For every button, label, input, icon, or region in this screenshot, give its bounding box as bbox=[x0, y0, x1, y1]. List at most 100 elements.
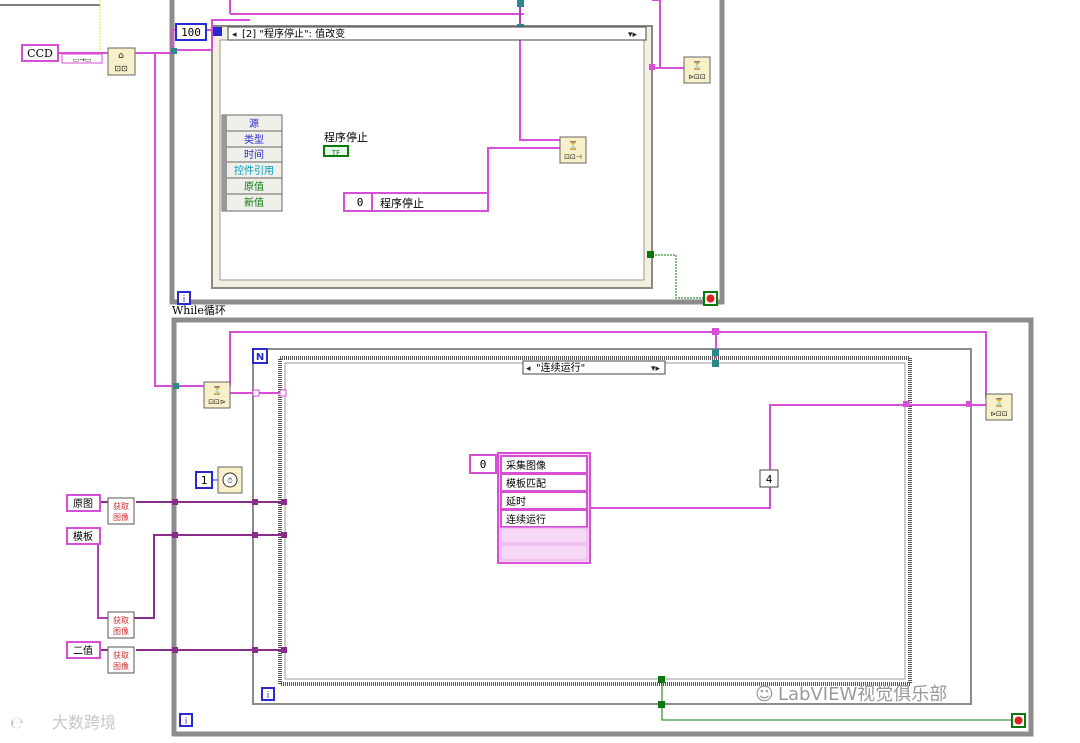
queue-create-icon[interactable]: ⌂ ⊡⊡ bbox=[107, 47, 136, 76]
svg-text:⊡⊡⊣: ⊡⊡⊣ bbox=[564, 153, 582, 161]
get-image-node-1[interactable]: 获取 图像 bbox=[107, 497, 135, 525]
svg-text:◂: ◂ bbox=[526, 364, 531, 374]
tunnel bbox=[172, 647, 178, 653]
svg-text:⊳⊡⊡: ⊳⊡⊡ bbox=[688, 73, 706, 81]
tunnel bbox=[252, 647, 258, 653]
svg-text:获取: 获取 bbox=[113, 501, 129, 511]
svg-text:⏳: ⏳ bbox=[994, 397, 1004, 407]
tunnel bbox=[712, 349, 719, 356]
ccd-node[interactable]: ▭→▭ bbox=[61, 53, 103, 64]
svg-text:获取: 获取 bbox=[113, 650, 129, 660]
image-control-binary[interactable]: 二值 bbox=[66, 641, 101, 659]
tunnel bbox=[252, 532, 258, 538]
dropdown-arrow-icon: ▾▸ bbox=[628, 30, 638, 40]
svg-text:⏳: ⏳ bbox=[568, 140, 578, 150]
get-image-node-2[interactable]: 获取 图像 bbox=[107, 611, 135, 639]
state-item-1: 模板匹配 bbox=[506, 477, 546, 490]
block-diagram: CCD ▭→▭ ⌂ ⊡⊡ 100 ◂ [2] "程序停止": 值改变 ▾▸ 源 … bbox=[0, 0, 1034, 737]
svg-text:⊡⊡: ⊡⊡ bbox=[114, 64, 127, 73]
stop-terminal-label: 程序停止 bbox=[324, 130, 368, 144]
watermark-right-text: LabVIEW视觉俱乐部 bbox=[778, 684, 947, 705]
state-item-2: 延时 bbox=[506, 496, 526, 508]
stop-terminal-value: TF bbox=[332, 149, 340, 157]
dropdown-arrow-icon: ▾▸ bbox=[651, 364, 661, 374]
tunnel bbox=[903, 401, 909, 407]
wait-ms-icon[interactable]: ⏱ bbox=[217, 466, 243, 494]
svg-text:⌂: ⌂ bbox=[118, 51, 124, 61]
dequeue-icon[interactable]: ⏳ ⊡⊡⊳ bbox=[203, 381, 231, 409]
numeric-constant[interactable]: 4 bbox=[759, 469, 779, 488]
wait-const-value: 1 bbox=[201, 474, 208, 487]
event-item-source: 源 bbox=[249, 117, 259, 130]
event-item-time: 时间 bbox=[244, 148, 264, 161]
image-input-wires-light bbox=[97, 544, 108, 619]
tunnel bbox=[966, 401, 972, 407]
while-loop-label: While循环 bbox=[172, 304, 226, 317]
enum-const-value: 程序停止 bbox=[380, 196, 424, 210]
svg-text:⏱: ⏱ bbox=[227, 477, 233, 485]
event-case-label: [2] "程序停止": 值改变 bbox=[242, 27, 345, 40]
ccd-label: CCD bbox=[27, 47, 53, 60]
release-queue-icon-bottom[interactable]: ⏳ ⊳⊡⊡ bbox=[985, 393, 1013, 421]
svg-text:图像: 图像 bbox=[113, 661, 129, 671]
svg-text:▭→▭: ▭→▭ bbox=[72, 56, 91, 64]
wait-constant[interactable]: 1 bbox=[195, 471, 213, 489]
input-label-binary: 二值 bbox=[73, 644, 93, 657]
state-enum-index: 0 bbox=[480, 458, 487, 471]
brand-logo-icon: ℮ bbox=[10, 713, 24, 732]
tunnel bbox=[252, 499, 258, 505]
state-item-3: 连续运行 bbox=[506, 513, 546, 526]
svg-text:图像: 图像 bbox=[113, 626, 129, 636]
svg-text:获取: 获取 bbox=[113, 615, 129, 625]
watermark-left: ℮ 大数跨境 bbox=[10, 713, 116, 732]
tunnel bbox=[649, 64, 655, 70]
stop-condition-wire bbox=[652, 254, 704, 299]
get-image-node-3[interactable]: 获取 图像 bbox=[107, 646, 135, 674]
tunnel bbox=[171, 48, 177, 54]
hourglass-icon bbox=[213, 27, 222, 36]
wechat-icon: ☺ bbox=[755, 684, 774, 705]
tunnel bbox=[281, 647, 287, 653]
watermark-left-text: 大数跨境 bbox=[52, 713, 116, 732]
svg-text:⊳⊡⊡: ⊳⊡⊡ bbox=[990, 410, 1008, 418]
event-case-selector[interactable]: ◂ [2] "程序停止": 值改变 ▾▸ bbox=[227, 26, 647, 41]
image-control-template[interactable]: 模板 bbox=[66, 527, 101, 545]
tunnel bbox=[281, 532, 287, 538]
for-iteration-label: i bbox=[267, 691, 270, 701]
watermark-right: ☺ LabVIEW视觉俱乐部 bbox=[755, 684, 947, 705]
svg-text:⊡⊡⊳: ⊡⊡⊳ bbox=[208, 398, 226, 406]
svg-text:◂: ◂ bbox=[232, 30, 237, 40]
image-control-original[interactable]: 原图 bbox=[66, 494, 101, 512]
timeout-value: 100 bbox=[181, 26, 201, 39]
enum-const-index: 0 bbox=[357, 196, 364, 209]
tunnel bbox=[173, 383, 179, 389]
for-loop-n: N bbox=[256, 352, 264, 363]
tunnel bbox=[172, 499, 178, 505]
event-item-ctlref: 控件引用 bbox=[234, 164, 274, 177]
svg-text:⏳: ⏳ bbox=[212, 385, 222, 395]
case-selector[interactable]: ◂ "连续运行" ▾▸ bbox=[522, 360, 666, 375]
tunnel bbox=[281, 499, 287, 505]
state-item-0: 采集图像 bbox=[506, 459, 546, 472]
event-item-new: 新值 bbox=[244, 196, 264, 209]
release-queue-icon[interactable]: ⏳ ⊳⊡⊡ bbox=[683, 56, 711, 84]
tunnel bbox=[517, 0, 524, 7]
tunnel bbox=[172, 532, 178, 538]
svg-text:⏳: ⏳ bbox=[692, 60, 702, 70]
enqueue-icon[interactable]: ⏳ ⊡⊡⊣ bbox=[559, 136, 587, 164]
bottom-iteration-label: i bbox=[185, 717, 188, 727]
tunnel bbox=[279, 389, 287, 397]
ccd-terminal[interactable]: CCD bbox=[21, 44, 59, 62]
case-structure[interactable] bbox=[278, 356, 912, 686]
enum-constant[interactable]: 0 程序停止 bbox=[343, 192, 489, 212]
tunnel bbox=[658, 701, 665, 708]
event-item-type: 类型 bbox=[244, 133, 264, 146]
bottom-stop-icon[interactable] bbox=[1011, 713, 1026, 728]
input-label-template: 模板 bbox=[73, 530, 93, 543]
case-selector-label: "连续运行" bbox=[536, 361, 585, 374]
numeric-const-value: 4 bbox=[766, 473, 773, 486]
timeout-constant[interactable]: 100 bbox=[175, 23, 207, 41]
tunnel bbox=[712, 328, 719, 335]
tunnel bbox=[252, 389, 260, 397]
stop-icon[interactable] bbox=[703, 291, 718, 306]
